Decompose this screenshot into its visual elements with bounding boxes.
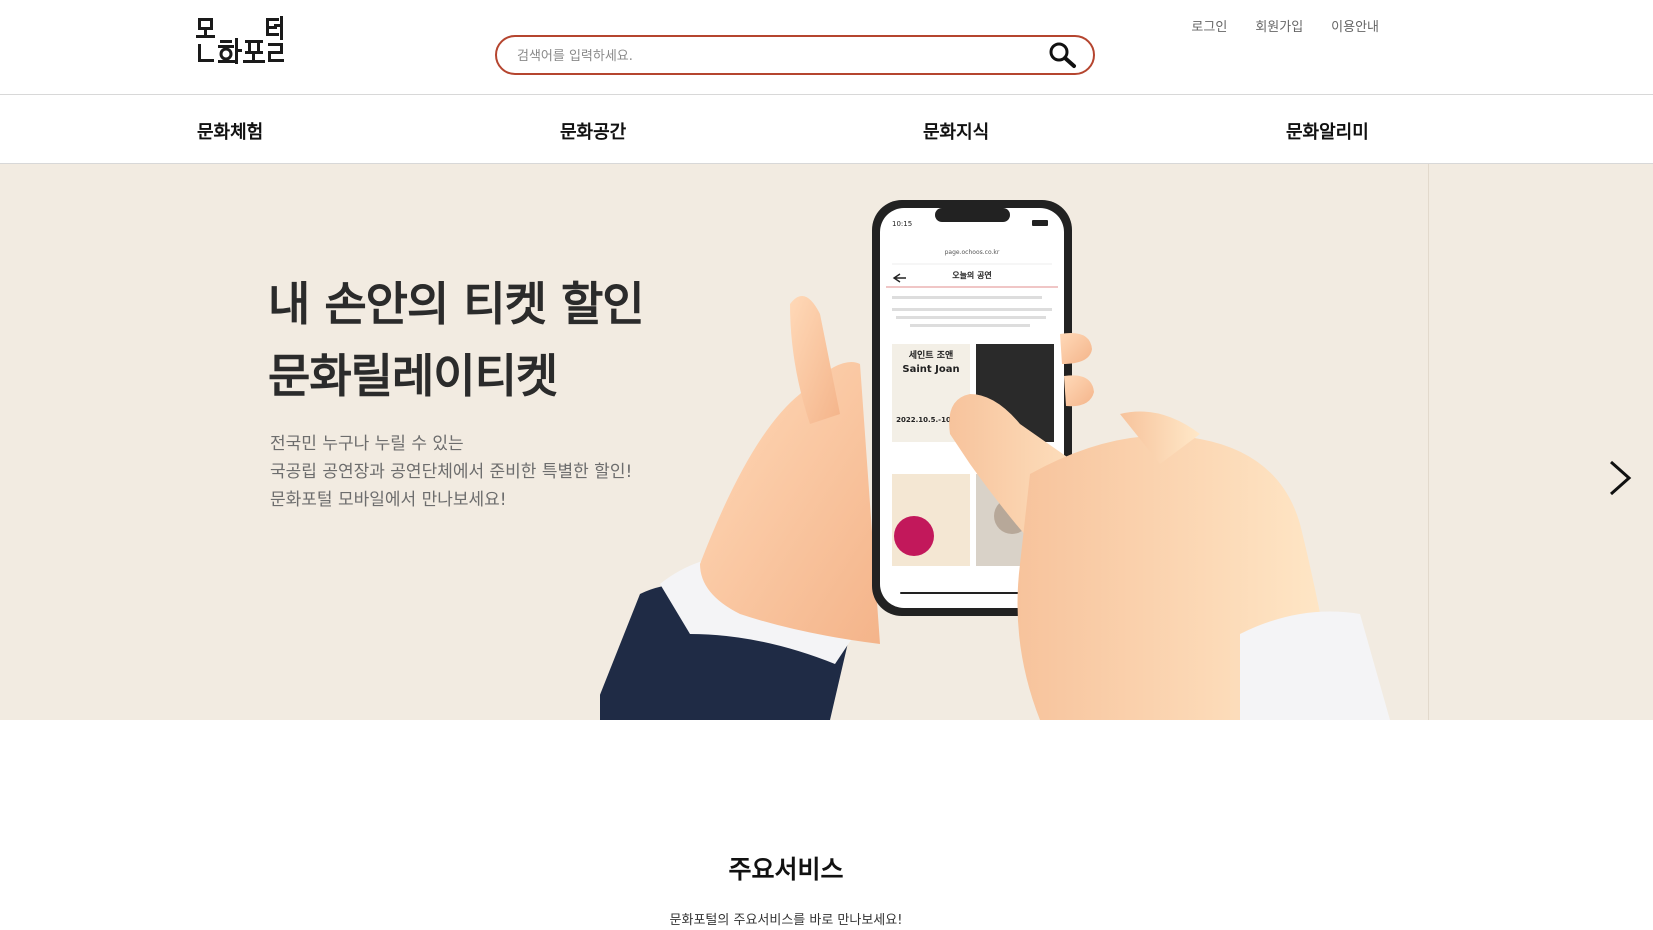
- site-header: 로그인 회원가입 이용안내: [0, 0, 1653, 95]
- phone-status-time: 10:15: [892, 220, 912, 228]
- banner-desc-line: 국공립 공연장과 공연단체에서 준비한 특별한 할인!: [270, 462, 633, 482]
- banner-next-button[interactable]: [1602, 458, 1638, 498]
- banner-title: 내 손안의 티켓 할인 문화릴레이티켓: [268, 268, 645, 412]
- nav-item-culture-experience[interactable]: 문화체험: [197, 118, 263, 144]
- chevron-right-icon: [1610, 460, 1632, 496]
- banner-title-line: 문화릴레이티켓: [268, 349, 558, 403]
- hands-phone-illustration: 10:15 page.ochoos.co.kr 오늘의 공연 세인트 조앤 Sa…: [600, 200, 1390, 720]
- banner-divider: [1428, 164, 1429, 720]
- nav-item-culture-space[interactable]: 문화공간: [560, 118, 626, 144]
- search-button[interactable]: [1047, 41, 1079, 71]
- banner-description: 전국민 누구나 누릴 수 있는 국공립 공연장과 공연단체에서 준비한 특별한 …: [270, 430, 632, 514]
- utility-links: 로그인 회원가입 이용안내: [1191, 16, 1379, 35]
- poster-title-en: Saint Joan: [902, 364, 959, 375]
- banner-desc-line: 전국민 누구나 누릴 수 있는: [270, 434, 464, 454]
- nav-item-culture-alert[interactable]: 문화알리미: [1286, 118, 1369, 144]
- search-box: [495, 35, 1095, 75]
- phone-url: page.ochoos.co.kr: [945, 249, 1000, 256]
- login-link[interactable]: 로그인: [1191, 16, 1227, 35]
- site-logo[interactable]: [196, 16, 288, 68]
- guide-link[interactable]: 이용안내: [1331, 16, 1379, 35]
- banner-title-line: 내 손안의 티켓 할인: [268, 277, 645, 331]
- signup-link[interactable]: 회원가입: [1255, 16, 1303, 35]
- search-input[interactable]: [517, 45, 1017, 67]
- banner-desc-line: 문화포털 모바일에서 만나보세요!: [270, 490, 507, 510]
- hero-banner[interactable]: 내 손안의 티켓 할인 문화릴레이티켓 전국민 누구나 누릴 수 있는 국공립 …: [0, 164, 1653, 720]
- phone-page-title: 오늘의 공연: [952, 270, 992, 280]
- services-heading: 주요서비스: [728, 855, 844, 884]
- search-icon: [1049, 42, 1076, 68]
- services-subtitle: 문화포털의 주요서비스를 바로 만나보세요!: [669, 913, 903, 928]
- main-nav: 문화체험 문화공간 문화지식 문화알리미: [0, 96, 1653, 164]
- poster-title-ko: 세인트 조앤: [909, 349, 954, 361]
- nav-item-culture-knowledge[interactable]: 문화지식: [923, 118, 989, 144]
